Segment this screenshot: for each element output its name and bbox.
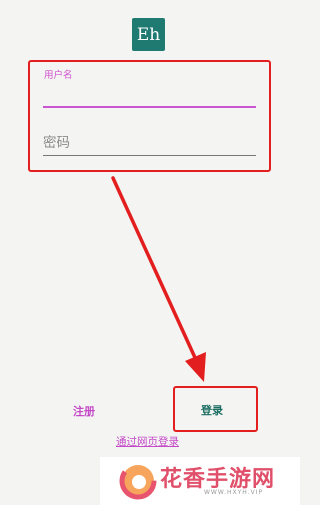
web-login-link[interactable]: 通过网页登录 bbox=[116, 434, 179, 449]
watermark-url: WWW.HXYH.VIP bbox=[204, 489, 264, 496]
watermark: 花香手游网 WWW.HXYH.VIP bbox=[100, 457, 300, 505]
register-button[interactable]: 注册 bbox=[73, 403, 95, 419]
watermark-logo-icon bbox=[119, 462, 157, 500]
login-button[interactable]: 登录 bbox=[201, 402, 223, 418]
